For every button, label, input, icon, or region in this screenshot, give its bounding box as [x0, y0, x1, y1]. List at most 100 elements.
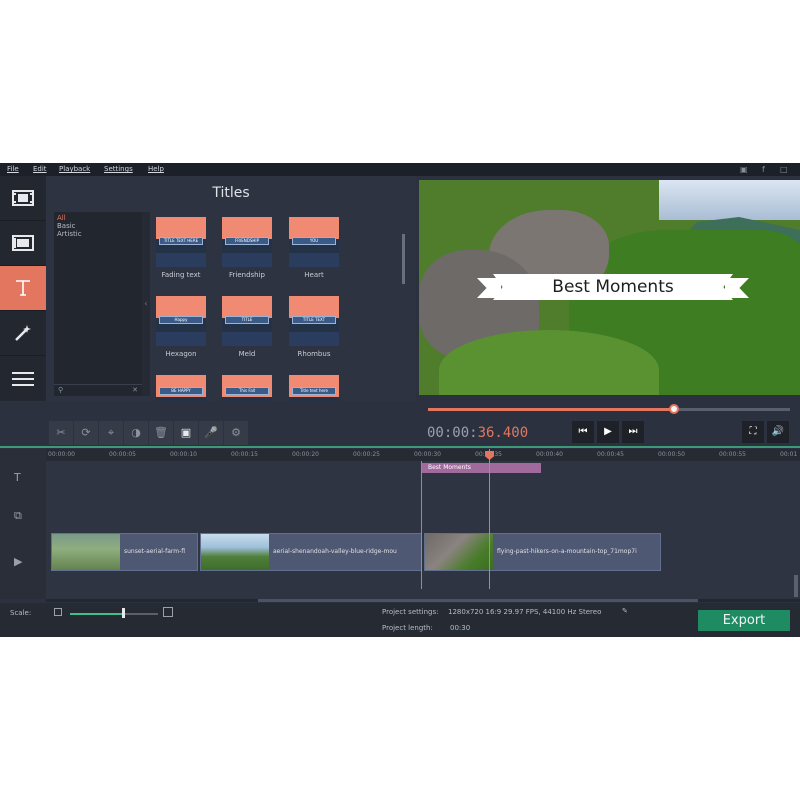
seek-track[interactable]: [674, 408, 790, 411]
rotate-button[interactable]: ⟳: [74, 421, 98, 445]
media-library-button[interactable]: [0, 221, 46, 266]
scale-slider-handle[interactable]: [121, 608, 125, 618]
zoom-in-icon[interactable]: [163, 607, 173, 617]
title-thumb-this-fall[interactable]: This Fall: [222, 375, 272, 401]
video-clip[interactable]: aerial-shenandoah-valley-blue-ridge-mou: [200, 533, 422, 571]
title-thumb-heart[interactable]: YOU: [289, 217, 339, 267]
scale-label: Scale:: [10, 609, 32, 617]
edit-toolbar: ✂ ⟳ ⌖ ◑ 🗑 ▣ 🎤 ⚙: [46, 421, 256, 445]
menu-file[interactable]: File: [7, 165, 19, 173]
zoom-out-icon[interactable]: [54, 608, 62, 616]
color-button[interactable]: ◑: [124, 421, 148, 445]
play-icon: ▶: [604, 426, 612, 437]
title-clip[interactable]: Best Moments: [422, 463, 541, 473]
overlay-title-banner[interactable]: Best Moments: [493, 274, 733, 300]
cut-button[interactable]: ✂: [49, 421, 73, 445]
volume-button[interactable]: 🔊: [767, 421, 789, 443]
tick-label: 00:00:20: [292, 451, 319, 458]
timecode-prefix: 00:00:: [427, 425, 478, 441]
delete-icon: 🗑: [154, 426, 168, 439]
title-thumb-friendship[interactable]: FRIENDSHIP: [222, 217, 272, 267]
play-button[interactable]: ▶: [597, 421, 619, 443]
menu-edit[interactable]: Edit: [33, 165, 47, 173]
clip-name: aerial-shenandoah-valley-blue-ridge-mou: [273, 548, 397, 555]
fullscreen-icon: ⛶: [749, 426, 757, 437]
titles-panel: Titles All Basic Artistic ⚲ ✕ ‹ TITLE TE…: [46, 176, 416, 401]
track-headers: T ⧉ ▶: [0, 449, 46, 599]
video-clip[interactable]: sunset-aerial-farm-fl: [51, 533, 198, 571]
collapse-handle[interactable]: ‹: [142, 212, 150, 396]
seek-progress[interactable]: [428, 408, 675, 411]
tick-label: 00:00:50: [658, 451, 685, 458]
tick-label: 00:01: [780, 451, 798, 458]
tick-label: 00:00:25: [353, 451, 380, 458]
video-track-icon: ▶: [14, 555, 23, 568]
title-thumb-title-text[interactable]: Title text here: [289, 375, 339, 401]
film-strip-icon: [12, 190, 34, 206]
cut-icon: ✂: [56, 426, 66, 439]
category-search[interactable]: ⚲ ✕: [54, 384, 142, 396]
title-label-meld: Meld: [238, 350, 256, 358]
title-thumb-fading-text[interactable]: TITLE TEXT HERE: [156, 217, 206, 267]
video-preview: Best Moments: [419, 180, 800, 395]
rotate-icon: ⟳: [81, 426, 91, 439]
tick-label: 00:00:40: [536, 451, 563, 458]
clear-icon[interactable]: ✕: [132, 386, 138, 394]
clip-name: flying-past-hikers-on-a-mountain-top_71m…: [497, 548, 637, 555]
timeline-tracks[interactable]: Best Moments sunset-aerial-farm-fl aeria…: [46, 461, 800, 599]
seek-handle[interactable]: [669, 404, 680, 414]
color-icon: ◑: [131, 426, 141, 439]
clip-boundary-line: [421, 461, 422, 589]
timecode: 00:00:36.400: [427, 425, 528, 441]
menu-bar: File Edit Playback Settings Help ▣ f □: [0, 163, 800, 176]
clip-thumbnail: [52, 534, 120, 570]
clapperboard-icon: [12, 235, 34, 251]
video-clip[interactable]: flying-past-hikers-on-a-mountain-top_71m…: [424, 533, 661, 571]
import-media-button[interactable]: [0, 176, 46, 221]
mic-button[interactable]: 🎤: [199, 421, 223, 445]
title-thumb-hexagon[interactable]: Happy: [156, 296, 206, 346]
image-button[interactable]: ▣: [174, 421, 198, 445]
share-icon[interactable]: □: [780, 165, 788, 174]
title-thumb-rhombus[interactable]: TITLE TEXT: [289, 296, 339, 346]
skip-back-icon: ⏮: [578, 426, 588, 437]
more-tools-button[interactable]: [0, 356, 46, 401]
settings-button[interactable]: ⚙: [224, 421, 248, 445]
category-basic[interactable]: Basic: [57, 222, 76, 230]
timeline-vscrollbar[interactable]: [794, 575, 798, 597]
cart-icon[interactable]: ▣: [740, 165, 748, 174]
export-button[interactable]: Export: [698, 610, 790, 631]
panel-title: Titles: [212, 185, 250, 201]
title-thumb-meld[interactable]: TITLE: [222, 296, 272, 346]
crop-icon: ⌖: [107, 426, 115, 439]
timeline-separator: [0, 446, 800, 448]
menu-help[interactable]: Help: [148, 165, 164, 173]
crop-button[interactable]: ⌖: [99, 421, 123, 445]
facebook-icon[interactable]: f: [762, 165, 765, 174]
playhead[interactable]: [489, 449, 490, 589]
category-artistic[interactable]: Artistic: [57, 230, 82, 238]
project-settings-label: Project settings:: [382, 608, 439, 616]
left-toolbar: [0, 176, 46, 401]
title-thumb-be-happy[interactable]: BE HAPPY: [156, 375, 206, 401]
tick-label: 00:00:55: [719, 451, 746, 458]
tick-label: 00:00:45: [597, 451, 624, 458]
skip-back-button[interactable]: ⏮: [572, 421, 594, 443]
delete-button[interactable]: 🗑: [149, 421, 173, 445]
timeline-scrollbar[interactable]: [46, 599, 800, 602]
category-list: All Basic Artistic ⚲ ✕: [54, 212, 142, 396]
edit-settings-icon[interactable]: ✎: [622, 607, 628, 615]
effects-button[interactable]: [0, 311, 46, 356]
fullscreen-button[interactable]: ⛶: [742, 421, 764, 443]
tick-label: 00:00:05: [109, 451, 136, 458]
panel-scrollbar[interactable]: [402, 234, 405, 284]
skip-forward-button[interactable]: ⏭: [622, 421, 644, 443]
menu-playback[interactable]: Playback: [59, 165, 90, 173]
titles-button[interactable]: [0, 266, 46, 311]
status-bar: Scale: Project settings: 1280x720 16:9 2…: [0, 603, 800, 637]
settings-icon: ⚙: [231, 426, 241, 439]
skip-forward-icon: ⏭: [628, 426, 638, 437]
timeline-ruler[interactable]: 00:00:00 00:00:05 00:00:10 00:00:15 00:0…: [46, 449, 800, 461]
menu-settings[interactable]: Settings: [104, 165, 133, 173]
category-all[interactable]: All: [57, 214, 66, 222]
